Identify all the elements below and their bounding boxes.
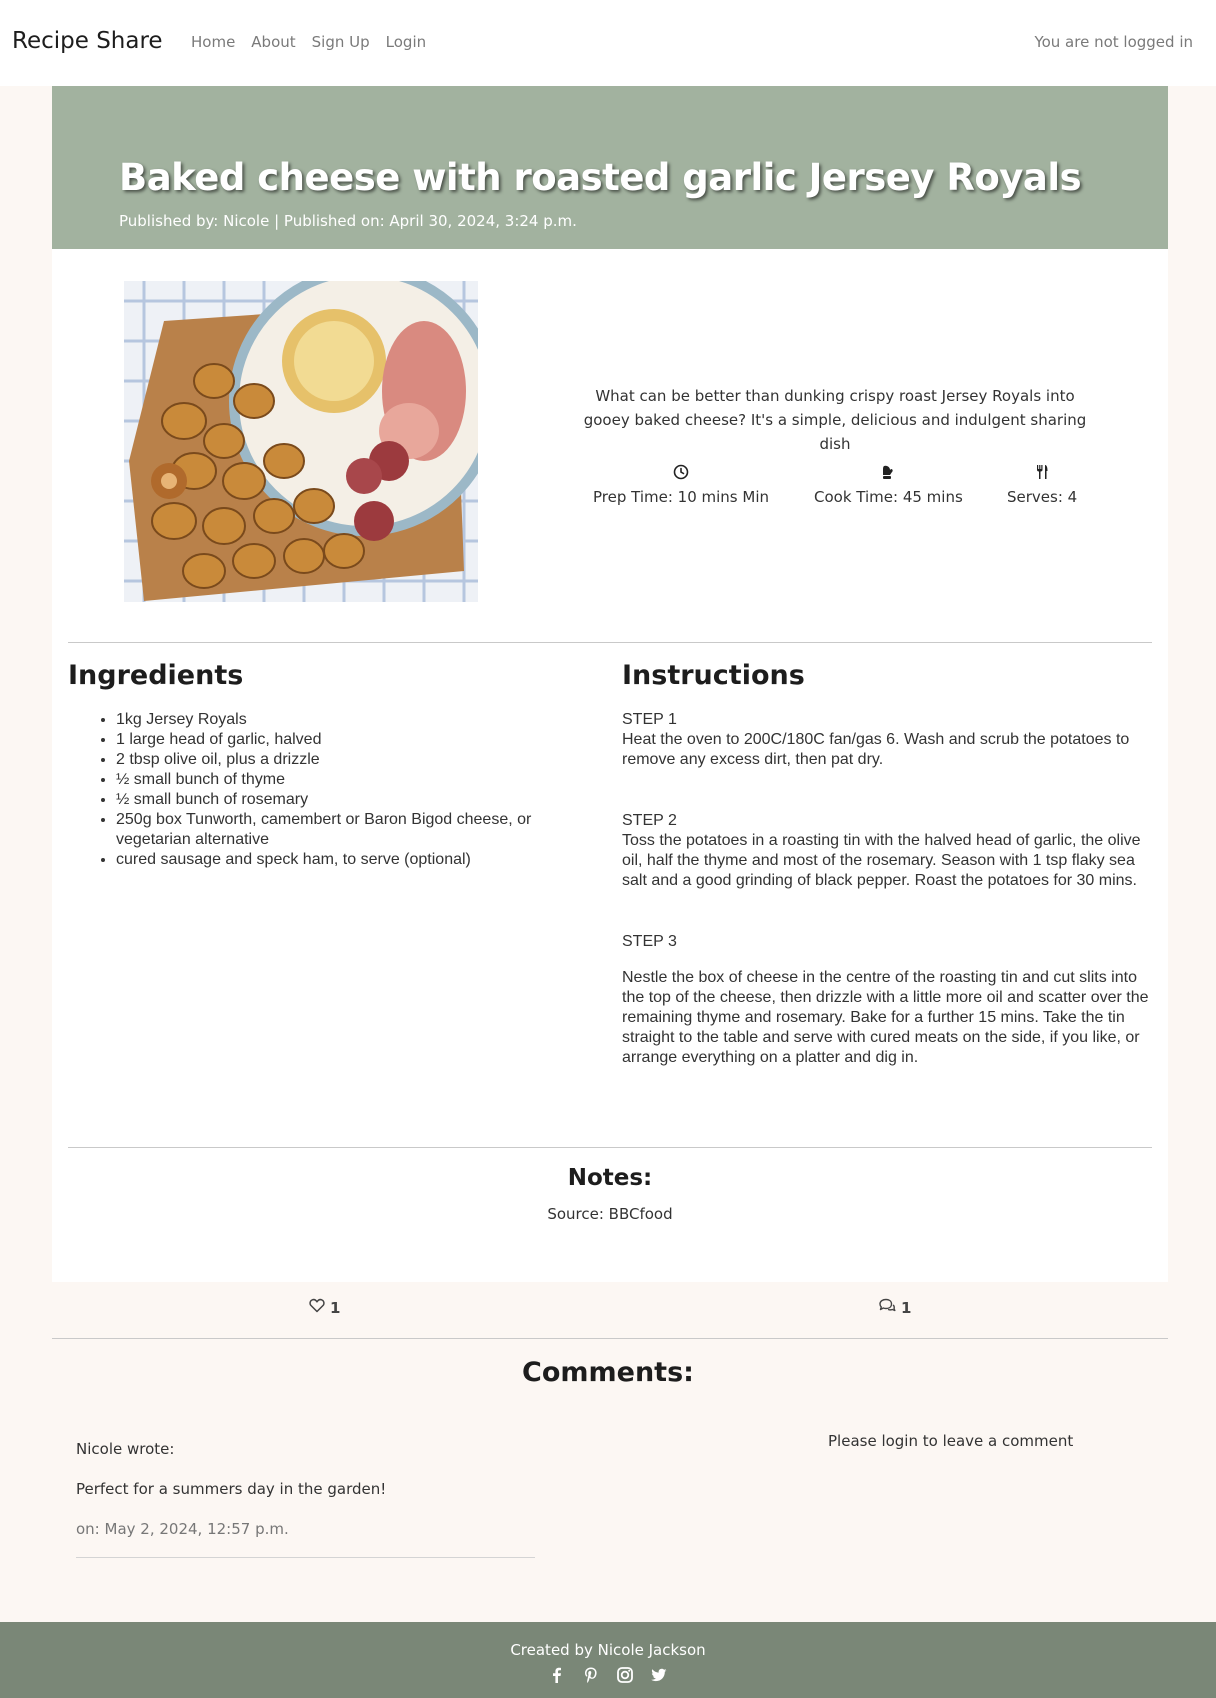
notes-title: Notes: xyxy=(567,1165,653,1191)
brand-logo[interactable]: Recipe Share xyxy=(12,28,163,54)
step-label: STEP 3 xyxy=(622,933,677,950)
comments-icon xyxy=(878,1298,896,1317)
recipe-hero: Baked cheese with roasted garlic Jersey … xyxy=(52,86,1168,249)
ingredient-item: 2 tbsp olive oil, plus a drizzle xyxy=(116,750,596,770)
login-status: You are not logged in xyxy=(1034,33,1193,51)
nav-links: Home About Sign Up Login xyxy=(191,33,442,51)
heart-icon xyxy=(309,1298,325,1317)
like-button[interactable]: 1 xyxy=(309,1298,340,1317)
clock-icon xyxy=(593,464,769,486)
serves: Serves: 4 xyxy=(1007,464,1077,506)
facebook-icon[interactable] xyxy=(548,1666,566,1684)
ingredient-item: 250g box Tunworth, camembert or Baron Bi… xyxy=(116,810,596,850)
cook-time-label: Cook Time: 45 mins xyxy=(814,488,963,506)
login-prompt: Please login to leave a comment xyxy=(828,1432,1074,1450)
comment-body: Perfect for a summers day in the garden! xyxy=(76,1480,387,1498)
recipe-stats: Prep Time: 10 mins Min Cook Time: 45 min… xyxy=(52,464,1168,524)
recipe-image xyxy=(124,281,478,602)
footer-credit: Created by Nicole Jackson xyxy=(510,1641,706,1659)
social-links xyxy=(0,1666,1216,1684)
ingredients-title: Ingredients xyxy=(68,660,244,691)
pinterest-icon[interactable] xyxy=(582,1666,600,1684)
notes-text: Source: BBCfood xyxy=(547,1205,673,1223)
serves-label: Serves: 4 xyxy=(1007,488,1078,506)
ingredient-item: ½ small bunch of thyme xyxy=(116,770,596,790)
ingredient-item: ½ small bunch of rosemary xyxy=(116,790,596,810)
comment-count-button[interactable]: 1 xyxy=(878,1298,911,1317)
ingredients-list: 1kg Jersey Royals 1 large head of garlic… xyxy=(116,710,596,870)
step-text: Nestle the box of cheese in the centre o… xyxy=(622,969,1149,1066)
reactions-divider xyxy=(52,1338,1168,1339)
footer: Created by Nicole Jackson xyxy=(0,1622,1216,1698)
comment-count: 1 xyxy=(901,1298,912,1317)
instruction-step: STEP 1 Heat the oven to 200C/180C fan/ga… xyxy=(622,710,1162,770)
like-count: 1 xyxy=(330,1298,341,1317)
instructions-title: Instructions xyxy=(622,660,805,691)
nav-link-about[interactable]: About xyxy=(251,33,295,51)
ingredient-item: cured sausage and speck ham, to serve (o… xyxy=(116,850,596,870)
step-text: Toss the potatoes in a roasting tin with… xyxy=(622,832,1141,889)
instruction-step: STEP 2 Toss the potatoes in a roasting t… xyxy=(622,811,1162,891)
recipe-title: Baked cheese with roasted garlic Jersey … xyxy=(119,156,1082,199)
comment-date: on: May 2, 2024, 12:57 p.m. xyxy=(76,1520,289,1538)
nav-link-login[interactable]: Login xyxy=(386,33,426,51)
comment-divider xyxy=(76,1557,535,1558)
prep-time-label: Prep Time: 10 mins Min xyxy=(593,488,770,506)
oven-mitt-icon xyxy=(814,464,963,486)
step-label: STEP 1 xyxy=(622,711,677,728)
instagram-icon[interactable] xyxy=(616,1666,634,1684)
notes-divider xyxy=(68,1147,1152,1148)
instruction-step: STEP 3 Nestle the box of cheese in the c… xyxy=(622,932,1162,1068)
recipe-meta: Published by: Nicole | Published on: Apr… xyxy=(119,212,577,230)
recipe-summary: What can be better than dunking crispy r… xyxy=(583,387,1087,453)
prep-time: Prep Time: 10 mins Min xyxy=(593,464,769,506)
step-text: Heat the oven to 200C/180C fan/gas 6. Wa… xyxy=(622,731,1130,768)
section-divider xyxy=(68,642,1152,643)
nav-link-home[interactable]: Home xyxy=(191,33,235,51)
recipe-card: What can be better than dunking crispy r… xyxy=(52,249,1168,1282)
comments-title: Comments: xyxy=(522,1357,694,1388)
reactions-bar: 1 1 xyxy=(52,1282,1168,1338)
utensils-icon xyxy=(1007,464,1077,486)
ingredient-item: 1 large head of garlic, halved xyxy=(116,730,596,750)
ingredient-item: 1kg Jersey Royals xyxy=(116,710,596,730)
twitter-icon[interactable] xyxy=(650,1666,668,1684)
step-label: STEP 2 xyxy=(622,812,677,829)
nav-link-signup[interactable]: Sign Up xyxy=(312,33,370,51)
comment-author: Nicole wrote: xyxy=(76,1440,175,1458)
navbar: Recipe Share Home About Sign Up Login Yo… xyxy=(0,0,1216,86)
cook-time: Cook Time: 45 mins xyxy=(814,464,963,506)
